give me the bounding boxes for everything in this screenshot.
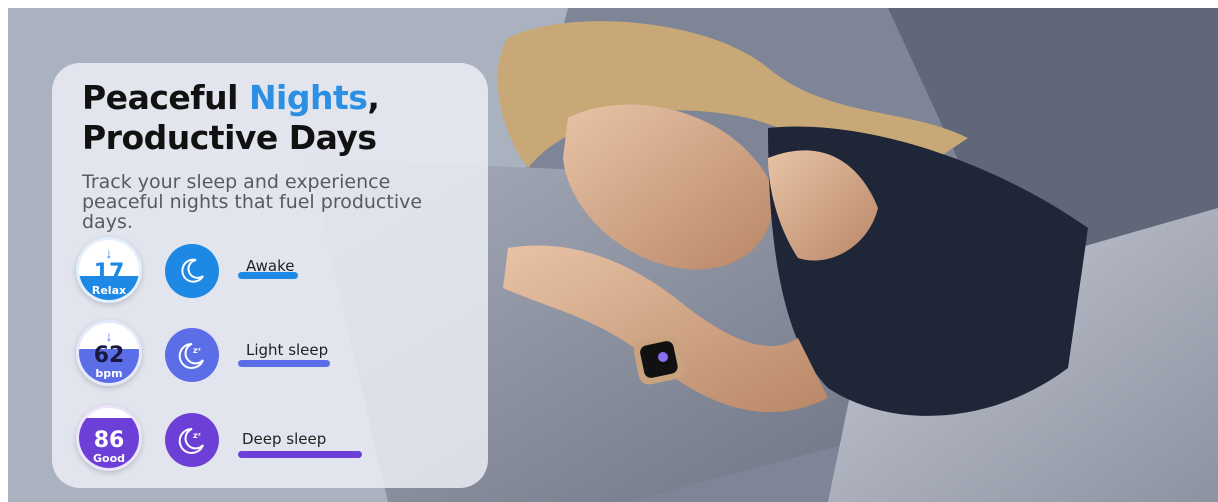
gauge-value: 17 — [93, 260, 125, 285]
gauge-label: bpm — [95, 367, 123, 380]
moon-icon — [165, 244, 219, 298]
headline-punctuation: , — [367, 78, 380, 117]
bpm-gauge: ↓ 62 bpm — [76, 320, 142, 386]
subtitle: Track your sleep and experience peaceful… — [82, 171, 423, 233]
arrow-up-icon: ↑ — [105, 413, 113, 429]
deep-sleep-bar — [238, 451, 362, 458]
stage-label-deep-sleep: Deep sleep — [242, 430, 327, 448]
gauge-value: 62 — [93, 343, 125, 368]
moon-zz-icon: zᶻ — [165, 328, 219, 382]
gauge-label: Relax — [91, 284, 127, 297]
headline: Peaceful Nights, Productive Days — [82, 78, 380, 158]
gauge-value: 86 — [93, 428, 125, 453]
gauge-label: Good — [92, 452, 126, 465]
moon-zz-icon: zᶻ — [165, 413, 219, 467]
relax-gauge: ↓ 17 Relax — [76, 237, 142, 303]
arrow-down-icon: ↓ — [105, 328, 113, 344]
arrow-down-icon: ↓ — [105, 245, 113, 261]
stage-label-light-sleep: Light sleep — [246, 341, 329, 359]
svg-text:zᶻ: zᶻ — [193, 346, 201, 355]
light-sleep-bar — [238, 360, 330, 367]
headline-highlight: Nights — [248, 78, 368, 117]
headline-text: Peaceful — [82, 78, 249, 117]
svg-text:zᶻ: zᶻ — [193, 431, 201, 440]
headline-line2: Productive Days — [82, 118, 377, 157]
quality-gauge: ↑ 86 Good — [76, 405, 142, 471]
awake-bar — [238, 272, 298, 279]
